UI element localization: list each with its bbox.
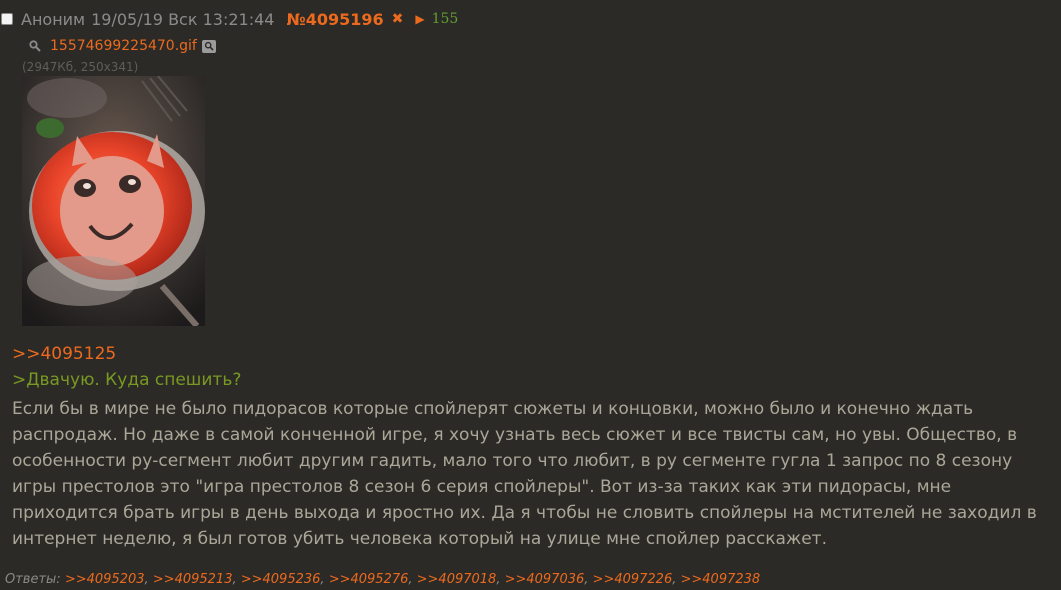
file-name-link[interactable]: 15574699225470.gif — [50, 38, 197, 54]
reply-reference-link[interactable]: >>4095125 — [12, 344, 116, 364]
reply-link[interactable]: >>4097036 — [505, 572, 585, 587]
file-meta: (2947Кб, 250x341) — [22, 60, 139, 74]
post-select-checkbox[interactable] — [1, 13, 13, 25]
greentext-quote: >Двачую. Куда спешить? — [12, 370, 242, 390]
post-message-text: Если бы в мире не было пидорасов которые… — [12, 399, 1037, 549]
reply-link[interactable]: >>4095236 — [241, 572, 321, 587]
reply-link[interactable]: >>4097238 — [681, 572, 761, 587]
magnifier-icon[interactable] — [28, 39, 42, 53]
reply-link[interactable]: >>4095276 — [329, 572, 409, 587]
play-icon[interactable]: ▶ — [415, 12, 424, 26]
hide-post-icon[interactable]: ✖ — [392, 11, 404, 27]
reply-link[interactable]: >>4097018 — [417, 572, 497, 587]
replies-label: Ответы: — [5, 572, 61, 587]
post-number-link[interactable]: №4095196 — [286, 10, 383, 29]
reply-link[interactable]: >>4097226 — [593, 572, 673, 587]
replies-bar: Ответы: >>4095203, >>4095213, >>4095236,… — [5, 572, 761, 587]
post-author: Аноним — [21, 9, 86, 29]
image-search-icon[interactable] — [201, 39, 216, 53]
post-image-thumbnail[interactable] — [22, 76, 205, 326]
reply-link[interactable]: >>4095203 — [65, 572, 145, 587]
post-counter: 155 — [431, 11, 459, 27]
file-info: 15574699225470.gif — [28, 38, 216, 54]
post-header: Аноним 19/05/19 Вск 13:21:44 №4095196 ✖ … — [0, 8, 458, 30]
post-datetime: 19/05/19 Вск 13:21:44 — [91, 9, 275, 29]
reply-link[interactable]: >>4095213 — [153, 572, 233, 587]
